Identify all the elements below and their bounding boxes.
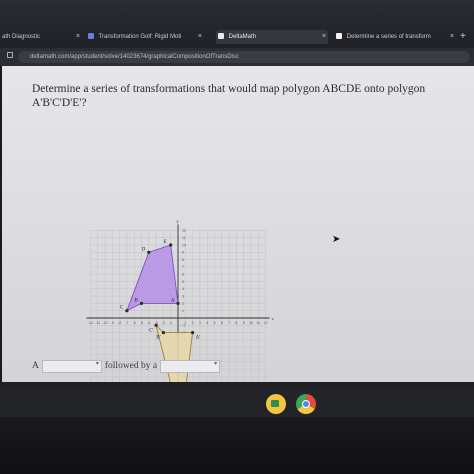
- y-tick-label: 10: [182, 243, 186, 247]
- x-tick-label: -11: [95, 321, 100, 325]
- site-icon: [88, 33, 94, 39]
- y-tick-label: 12: [182, 229, 186, 233]
- question-text: Determine a series of transformations th…: [32, 83, 426, 109]
- tab-deltamath[interactable]: DeltaMath ×: [216, 30, 328, 44]
- mouse-cursor-icon: ➤: [332, 234, 341, 245]
- vertex-label: A': [196, 336, 201, 341]
- y-tick-label: 9: [182, 251, 184, 255]
- close-icon[interactable]: ×: [450, 30, 454, 44]
- laptop-bezel: [0, 382, 474, 474]
- transformation-select-1[interactable]: ▾: [41, 359, 102, 373]
- x-tick-label: 6: [221, 321, 223, 325]
- x-tick-label: 4: [206, 321, 208, 325]
- x-tick-label: 12: [264, 321, 268, 325]
- doc-icon: [336, 33, 342, 39]
- vertex-label: D: [142, 247, 146, 252]
- tab-label: Transformation Golf: Rigid Moti: [98, 34, 182, 40]
- x-tick-label: 2: [192, 321, 194, 325]
- y-tick-label: 1: [182, 309, 184, 313]
- chrome-icon[interactable]: [296, 394, 316, 414]
- x-tick-label: 11: [256, 321, 260, 325]
- x-tick-label: -2: [162, 321, 165, 325]
- x-tick-label: 5: [214, 321, 216, 325]
- chevron-down-icon: ▾: [95, 360, 99, 367]
- followed-by-label: followed by a: [104, 361, 158, 371]
- close-icon[interactable]: ×: [76, 30, 80, 44]
- x-tick-label: -9: [111, 321, 114, 325]
- y-tick-label: 6: [182, 273, 184, 277]
- tab-label: ath Diagnostic: [2, 34, 41, 40]
- y-tick-label: 4: [182, 287, 184, 291]
- tab-label: DeltaMath: [228, 34, 257, 40]
- vertex-point: [154, 323, 158, 327]
- x-tick-label: -8: [118, 321, 121, 325]
- x-tick-label: -1: [169, 321, 172, 325]
- x-tick-label: -7: [125, 321, 128, 325]
- vertex-point: [125, 309, 129, 313]
- vertex-point: [169, 243, 173, 247]
- x-tick-label: -6: [133, 321, 136, 325]
- y-tick-label: 7: [182, 265, 184, 269]
- address-bar: deltamath.com/app/student/solve/14023674…: [0, 48, 474, 66]
- x-tick-label: -12: [88, 321, 93, 325]
- close-icon[interactable]: ×: [198, 30, 202, 44]
- y-tick-label: 8: [182, 258, 184, 262]
- deltamath-icon: [218, 33, 224, 39]
- x-tick-label: 3: [199, 321, 201, 325]
- y-tick-label: 5: [182, 280, 184, 284]
- tab-math-diagnostic[interactable]: ath Diagnostic ×: [0, 30, 82, 44]
- answer-prefix: A: [32, 361, 39, 371]
- x-tick-label: -4: [147, 321, 150, 325]
- vertex-label: C': [149, 328, 153, 333]
- vertex-label: B': [156, 336, 160, 341]
- x-tick-label: 9: [243, 321, 245, 325]
- y-tick-label: 3: [182, 294, 184, 298]
- x-tick-label: 7: [228, 321, 230, 325]
- vertex-point: [139, 301, 144, 305]
- browser-tab-strip: ath Diagnostic × Transformation Golf: Ri…: [0, 0, 474, 48]
- shelf: [0, 387, 474, 417]
- tab-label: Determine a series of transform: [346, 34, 431, 40]
- close-icon[interactable]: ×: [322, 30, 326, 44]
- x-tick-label: -5: [140, 321, 143, 325]
- y-tick-label: -1: [182, 324, 185, 328]
- page-content: Determine a series of transformations th…: [2, 66, 474, 410]
- x-tick-label: -10: [102, 321, 107, 325]
- vertex-point: [191, 331, 195, 335]
- x-tick-label: 8: [235, 321, 237, 325]
- vertex-label: E: [164, 240, 167, 245]
- meet-icon[interactable]: [266, 394, 286, 414]
- vertex-label: A: [171, 298, 175, 303]
- vertex-label: C: [120, 306, 124, 311]
- lock-icon: [7, 52, 13, 58]
- vertex-point: [147, 250, 151, 254]
- x-axis-label: x: [272, 316, 274, 321]
- answer-row: A ▾ followed by a ▾: [32, 359, 223, 373]
- url-input[interactable]: deltamath.com/app/student/solve/14023674…: [18, 51, 470, 63]
- chevron-down-icon: ▾: [214, 360, 218, 367]
- vertex-point: [176, 301, 180, 305]
- x-tick-label: 10: [249, 321, 253, 325]
- transformation-select-2[interactable]: ▾: [160, 359, 221, 373]
- y-tick-label: 2: [182, 302, 184, 306]
- y-tick-label: 11: [182, 236, 186, 240]
- new-tab-button[interactable]: +: [460, 30, 466, 44]
- tab-transformation-golf[interactable]: Transformation Golf: Rigid Moti ×: [86, 30, 204, 44]
- vertex-point: [161, 331, 165, 335]
- tab-determine-series[interactable]: Determine a series of transform ×: [334, 30, 456, 44]
- y-axis-label: y: [177, 218, 179, 223]
